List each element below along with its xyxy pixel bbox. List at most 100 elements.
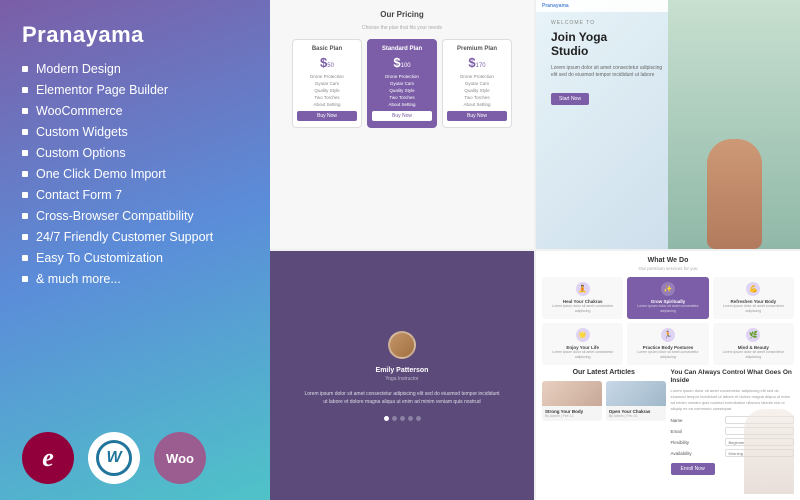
yoga-pose-decoration: [744, 409, 794, 494]
feature-item: WooCommerce: [22, 104, 250, 118]
plan-buy-button[interactable]: Buy Now: [447, 111, 507, 121]
service-desc: Lorem ipsum dolor sit amet consectetur a…: [630, 304, 705, 314]
plan-price: $100: [372, 55, 432, 70]
badge-row: e W Woo: [22, 432, 250, 484]
left-panel: Pranayama Modern Design Elementor Page B…: [0, 0, 270, 500]
left-top: Pranayama Modern Design Elementor Page B…: [22, 22, 250, 293]
service-grid: 🧘 Heal Your Chakras Lorem ipsum dolor si…: [542, 277, 794, 365]
dot-2[interactable]: [392, 416, 397, 421]
plan-premium: Premium Plan $170 Drone Protection Gyuta…: [442, 39, 512, 128]
control-heading: You Can Always Control What Goes On Insi…: [671, 369, 795, 386]
feature-item: Modern Design: [22, 62, 250, 76]
dot-4[interactable]: [408, 416, 413, 421]
nav-logo: Pranayama: [542, 3, 569, 9]
article-meta: By Admin | Feb 12: [545, 414, 599, 418]
pricing-subtitle: Choose the plan that fits your needs: [278, 25, 526, 31]
dot-3[interactable]: [400, 416, 405, 421]
articles-section: Our Latest Articles Strong Your Body By …: [542, 369, 666, 494]
hero-description: Lorem ipsum dolor sit amet consectetur a…: [551, 65, 668, 79]
hero-card: Pranayama HOME ABOUT CLASSES BLOG WELCOM…: [536, 0, 800, 249]
pricing-plans: Basic Plan $50 Drone Protection Gyutar C…: [278, 39, 526, 128]
dot-1[interactable]: [384, 416, 389, 421]
right-panel: Our Pricing Choose the plan that fits yo…: [270, 0, 800, 500]
testimonial-dots: [384, 416, 421, 421]
article-image: [542, 381, 602, 406]
hero-title: Join YogaStudio: [551, 30, 668, 59]
service-desc: Lorem ipsum dolor sit amet consectetur a…: [545, 350, 620, 360]
plan-features: Drone Protection Gyutar Cam Quality Styl…: [297, 74, 357, 107]
grow-icon: ✨: [661, 282, 675, 296]
name-label: Name: [671, 418, 721, 423]
service-grow: ✨ Grow Spiritually Lorem ipsum dolor sit…: [627, 277, 708, 319]
woocommerce-label: Woo: [166, 452, 194, 465]
feature-item: Cross-Browser Compatibility: [22, 209, 250, 223]
testimonial-card: Emily Patterson Yoga Instructor Lorem ip…: [270, 251, 534, 500]
avail-label: Availability: [671, 451, 721, 456]
testimonial-name: Emily Patterson: [376, 367, 429, 374]
enroll-button[interactable]: Enroll Now: [671, 463, 715, 475]
refresh-icon: 💪: [746, 282, 760, 296]
mixed-card: What We Do Our premium services for you …: [536, 251, 800, 500]
article-2: Open Your Chakras By Admin | Feb 10: [606, 381, 666, 421]
service-posture: 🏃 Practice Body Postures Lorem ipsum dol…: [627, 323, 708, 365]
enjoy-icon: 🌟: [576, 328, 590, 342]
articles-grid: Strong Your Body By Admin | Feb 12 Open …: [542, 381, 666, 421]
elementor-badge: e: [22, 432, 74, 484]
woocommerce-badge: Woo: [154, 432, 206, 484]
elementor-icon: e: [42, 443, 54, 473]
feature-item: Elementor Page Builder: [22, 83, 250, 97]
feature-item: Custom Options: [22, 146, 250, 160]
feature-item: Easy To Customization: [22, 251, 250, 265]
mind-icon: 🌿: [746, 328, 760, 342]
service-desc: Lorem ipsum dolor sit amet consectetur a…: [545, 304, 620, 314]
avail-value: Morning: [729, 451, 743, 456]
plan-buy-button[interactable]: Buy Now: [297, 111, 357, 121]
what-we-do-subtitle: Our premium services for you: [542, 266, 794, 271]
feature-list: Modern Design Elementor Page Builder Woo…: [22, 62, 250, 286]
plan-name: Standard Plan: [372, 46, 432, 52]
articles-title: Our Latest Articles: [542, 369, 666, 376]
hero-tag: WELCOME TO: [551, 20, 668, 26]
testimonial-text: Lorem ipsum dolor sit amet consectetur a…: [302, 390, 502, 406]
heal-icon: 🧘: [576, 282, 590, 296]
wordpress-icon: W: [96, 440, 132, 476]
article-1: Strong Your Body By Admin | Feb 12: [542, 381, 602, 421]
wordpress-badge: W: [88, 432, 140, 484]
theme-title: Pranayama: [22, 22, 250, 48]
plan-buy-button[interactable]: Buy Now: [372, 111, 432, 121]
control-section: You Can Always Control What Goes On Insi…: [671, 369, 795, 494]
plan-features: Drone Protection Gyutar Cam Quality Styl…: [372, 74, 432, 107]
plan-standard: Standard Plan $100 Drone Protection Gyut…: [367, 39, 437, 128]
article-meta: By Admin | Feb 10: [609, 414, 663, 418]
pricing-card: Our Pricing Choose the plan that fits yo…: [270, 0, 534, 249]
what-we-do-section: What We Do Our premium services for you …: [542, 257, 794, 365]
testimonial-avatar: [388, 331, 416, 359]
testimonial-role: Yoga Instructor: [385, 376, 418, 382]
feature-item: 24/7 Friendly Customer Support: [22, 230, 250, 244]
plan-price: $50: [297, 55, 357, 70]
feature-item: Custom Widgets: [22, 125, 250, 139]
plan-price: $170: [447, 55, 507, 70]
dot-5[interactable]: [416, 416, 421, 421]
feature-item: One Click Demo Import: [22, 167, 250, 181]
service-refresh: 💪 Refreshen Your Body Lorem ipsum dolor …: [713, 277, 794, 319]
email-label: Email: [671, 429, 721, 434]
plan-basic: Basic Plan $50 Drone Protection Gyutar C…: [292, 39, 362, 128]
plan-features: Drone Protection Gyutar Cam Quality Styl…: [447, 74, 507, 107]
service-desc: Lorem ipsum dolor sit amet consectetur a…: [630, 350, 705, 360]
flex-value: Beginner: [729, 440, 745, 445]
article-image: [606, 381, 666, 406]
hero-image: [668, 0, 800, 249]
feature-item: Contact Form 7: [22, 188, 250, 202]
pricing-title: Our Pricing: [278, 10, 526, 19]
posture-icon: 🏃: [661, 328, 675, 342]
hero-cta-button[interactable]: Start Now: [551, 93, 589, 105]
service-desc: Lorem ipsum dolor sit amet consectetur a…: [716, 350, 791, 360]
article-body: Open Your Chakras By Admin | Feb 10: [606, 406, 666, 421]
what-we-do-title: What We Do: [542, 257, 794, 264]
service-mind: 🌿 Mind & Beauty Lorem ipsum dolor sit am…: [713, 323, 794, 365]
plan-name: Premium Plan: [447, 46, 507, 52]
bottom-row: Our Latest Articles Strong Your Body By …: [542, 369, 794, 494]
hero-content: WELCOME TO Join YogaStudio Lorem ipsum d…: [551, 20, 668, 105]
service-desc: Lorem ipsum dolor sit amet consectetur a…: [716, 304, 791, 314]
